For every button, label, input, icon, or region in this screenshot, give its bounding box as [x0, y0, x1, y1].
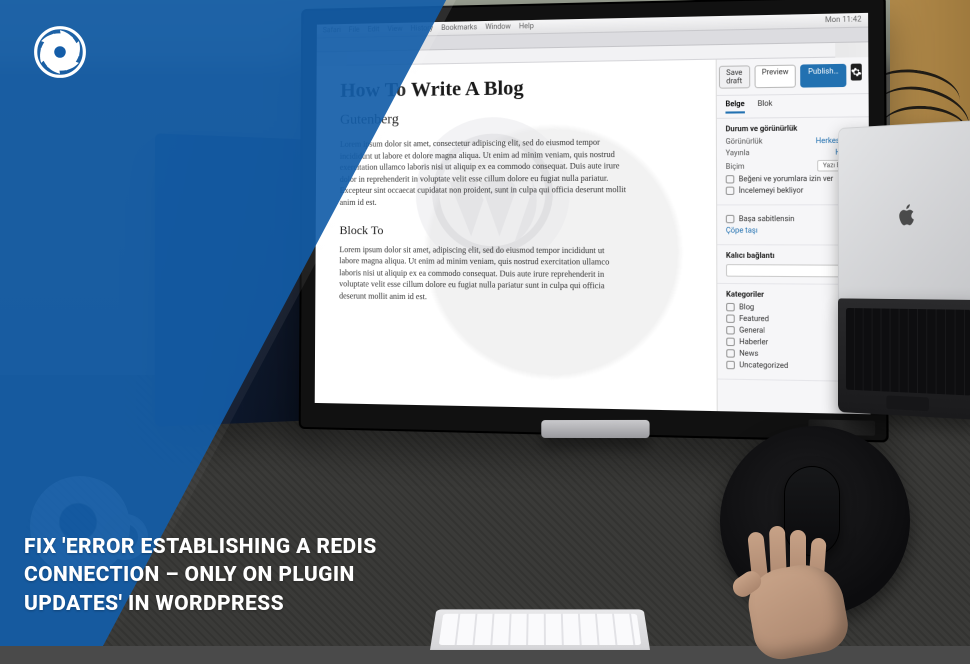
row-label: Yayınla: [726, 149, 750, 158]
sidebar-tabs: Belge Blok: [717, 94, 869, 119]
checkbox-label: İncelemeyi bekliyor: [739, 186, 804, 195]
macbook-keyboard: [846, 308, 970, 396]
wp-editor: How To Write A Blog Gutenberg Lorem ipsu…: [315, 57, 871, 414]
mouse: [784, 466, 840, 556]
preview-button[interactable]: Preview: [754, 65, 796, 89]
checkbox-label: Beğeni ve yorumlara izin ver: [739, 175, 834, 184]
macbook-trackpad: [886, 395, 929, 411]
post-paragraph: Lorem ipsum dolor sit amet, consectetur …: [340, 136, 627, 208]
block-heading: Block To: [339, 223, 690, 239]
menubar-item: Bookmarks: [441, 23, 477, 33]
row-label: Görünürlük: [726, 137, 763, 146]
tab-block[interactable]: Blok: [758, 99, 773, 113]
post-paragraph: Lorem ipsum dolor sit amet, adipiscing e…: [339, 244, 626, 305]
category-label: Blog: [739, 303, 754, 312]
editor-top-actions: Save draft Preview Publish…: [717, 57, 869, 96]
tab-document[interactable]: Belge: [725, 100, 744, 114]
category-label: General: [739, 326, 765, 335]
checkbox-label: Başa sabitlensin: [739, 215, 795, 223]
article-headline: FIX 'ERROR ESTABLISHING A REDIS CONNECTI…: [24, 533, 450, 618]
menubar-clock: Mon 11:42: [825, 15, 862, 25]
aperture-logo-icon: [28, 20, 92, 84]
apple-logo-icon: [895, 201, 918, 229]
monitor-stand: [541, 420, 649, 438]
checkbox-icon: [726, 187, 735, 195]
macbook-base: [838, 298, 970, 420]
macbook-lid: [838, 120, 970, 306]
publish-button[interactable]: Publish…: [800, 64, 846, 88]
move-to-trash-link[interactable]: Çöpe taşı: [726, 226, 758, 234]
category-label: News: [739, 349, 758, 358]
checkbox-icon: [726, 175, 735, 183]
checkbox-icon: [726, 338, 735, 347]
checkbox-icon: [726, 349, 735, 358]
desktop-keyboard: [430, 609, 650, 650]
checkbox-icon: [726, 215, 735, 223]
settings-gear-icon[interactable]: [851, 64, 862, 81]
category-label: Uncategorized: [739, 361, 788, 370]
menubar-item: Window: [485, 22, 511, 32]
category-label: Featured: [739, 315, 769, 324]
category-label: Haberler: [739, 338, 768, 347]
checkbox-icon: [726, 303, 735, 311]
checkbox-icon: [726, 361, 735, 370]
row-label: Biçim: [726, 162, 745, 170]
macbook: [838, 120, 970, 420]
save-draft-button[interactable]: Save draft: [719, 65, 750, 88]
checkbox-icon: [726, 326, 735, 335]
checkbox-icon: [726, 314, 735, 323]
menubar-item: Help: [519, 22, 534, 31]
